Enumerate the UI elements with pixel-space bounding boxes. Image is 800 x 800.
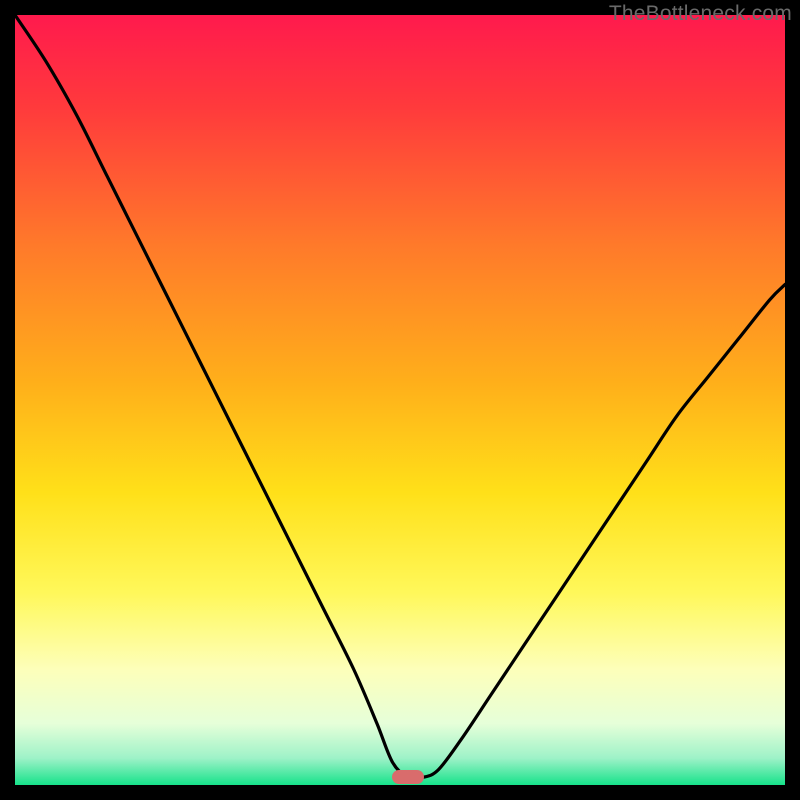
bottleneck-curve: [15, 15, 785, 785]
watermark-text: TheBottleneck.com: [609, 2, 792, 26]
chart-frame: TheBottleneck.com: [0, 0, 800, 800]
plot-area: [15, 15, 785, 785]
optimal-point-marker: [392, 770, 424, 784]
